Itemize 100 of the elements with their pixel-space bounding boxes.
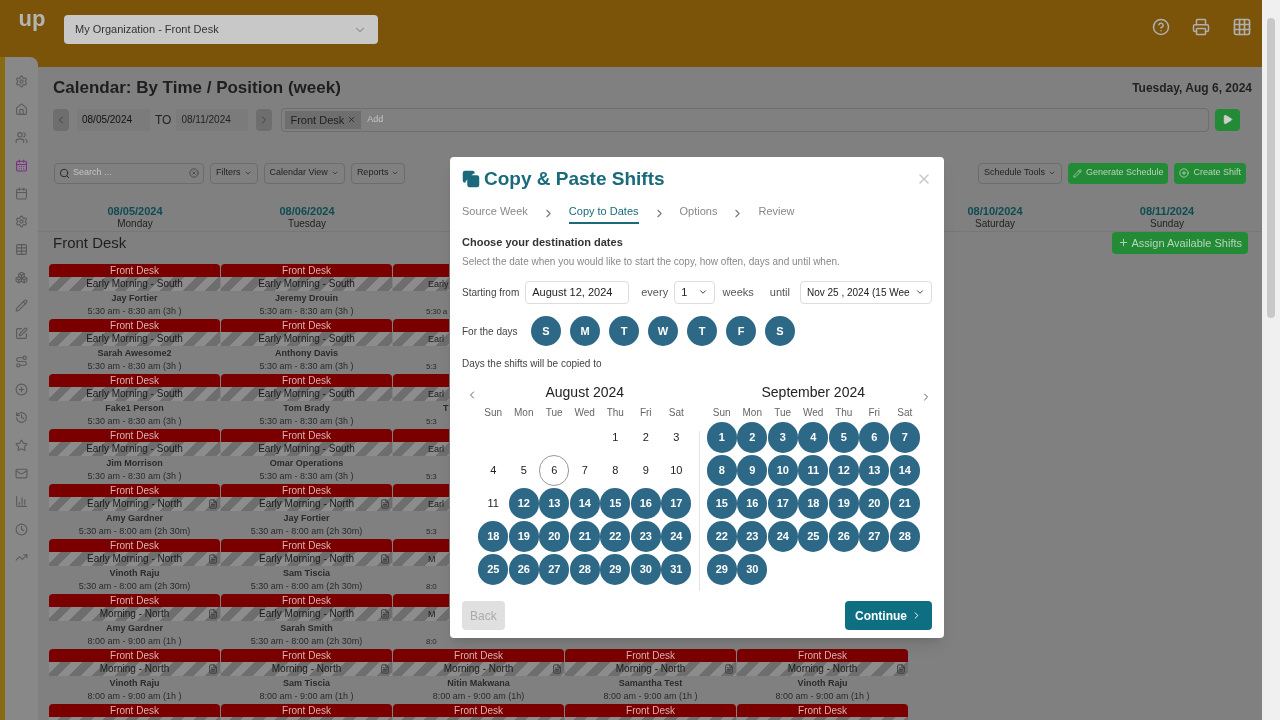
calendar-day[interactable]: 18: [798, 488, 829, 519]
calendar-day[interactable]: 21: [569, 521, 600, 552]
calendar-day[interactable]: 28: [569, 554, 600, 585]
history-icon[interactable]: [15, 411, 28, 424]
calendar-day[interactable]: 27: [859, 521, 890, 552]
step-tab[interactable]: Source Week: [462, 203, 528, 224]
weekday-toggle[interactable]: M: [570, 316, 600, 346]
calendar-day[interactable]: 15: [600, 488, 631, 519]
calendar-day[interactable]: 24: [661, 521, 692, 552]
clock-icon[interactable]: [15, 523, 28, 536]
dropdown-button[interactable]: Calendar View: [263, 162, 345, 184]
calendar-day[interactable]: 29: [600, 554, 631, 585]
calendar-day[interactable]: 11: [798, 455, 829, 486]
filter-chip[interactable]: Front Desk: [285, 110, 362, 129]
star-icon[interactable]: [15, 439, 28, 452]
calendar-day[interactable]: 16: [737, 488, 768, 519]
apps-grid-icon[interactable]: [1232, 17, 1252, 37]
calendar-day[interactable]: 13: [539, 488, 570, 519]
position-filter-field[interactable]: Front Desk Add: [281, 107, 1209, 132]
weekday-toggle[interactable]: S: [531, 316, 561, 346]
calendar-day[interactable]: 19: [828, 488, 859, 519]
mail-icon[interactable]: [15, 467, 28, 480]
from-date-field[interactable]: 08/05/2024: [77, 108, 150, 131]
calendar-day[interactable]: 26: [828, 521, 859, 552]
calendar-day[interactable]: 18: [478, 521, 509, 552]
calendar-day[interactable]: 12: [508, 488, 539, 519]
calendar-day[interactable]: 25: [798, 521, 829, 552]
plus-circle-icon[interactable]: [15, 383, 28, 396]
calendar-day[interactable]: 7: [569, 455, 600, 486]
users-icon[interactable]: [15, 131, 28, 144]
start-date-field[interactable]: August 12, 2024: [525, 280, 630, 304]
calendar-day[interactable]: 3: [661, 422, 692, 453]
bar-chart-icon[interactable]: [15, 495, 28, 508]
previous-week-button[interactable]: [53, 108, 69, 131]
calendar-day[interactable]: 22: [600, 521, 631, 552]
calendar-day[interactable]: 3: [767, 422, 798, 453]
dropdown-button[interactable]: Filters: [210, 162, 258, 184]
calendar-day[interactable]: 23: [737, 521, 768, 552]
step-tab[interactable]: Options: [679, 203, 718, 224]
next-week-button[interactable]: [256, 108, 273, 131]
calendar-day[interactable]: 9: [737, 455, 768, 486]
continue-button[interactable]: Continue: [845, 601, 932, 630]
calendar-day[interactable]: 27: [539, 554, 570, 585]
apply-button[interactable]: [1215, 108, 1240, 131]
calendar-day[interactable]: 12: [828, 455, 859, 486]
weekday-toggle[interactable]: T: [687, 316, 717, 346]
pencil-icon[interactable]: [15, 299, 28, 312]
calendar-day[interactable]: 4: [478, 455, 509, 486]
calendar-day[interactable]: 6: [859, 422, 890, 453]
calendar-day[interactable]: 16: [630, 488, 661, 519]
calendar-day[interactable]: 1: [600, 422, 631, 453]
calendar-day[interactable]: 7: [889, 422, 920, 453]
calendar-day[interactable]: 4: [798, 422, 829, 453]
calendar-day[interactable]: 1: [706, 422, 737, 453]
calendar-day[interactable]: 5: [508, 455, 539, 486]
calendar-day[interactable]: 11: [478, 488, 509, 519]
calendar-day[interactable]: 17: [767, 488, 798, 519]
calendar-day[interactable]: 30: [737, 554, 768, 585]
calendar-day[interactable]: 2: [630, 422, 661, 453]
dropdown-button[interactable]: Reports: [350, 162, 406, 184]
calendar-day[interactable]: 15: [706, 488, 737, 519]
calendar-day[interactable]: 2: [737, 422, 768, 453]
settings-icon[interactable]: [15, 215, 28, 228]
calendar-day[interactable]: 20: [539, 521, 570, 552]
calendar-day[interactable]: 28: [889, 521, 920, 552]
route-icon[interactable]: [15, 355, 28, 368]
calendar-day[interactable]: 30: [630, 554, 661, 585]
calendar-day[interactable]: 9: [630, 455, 661, 486]
print-icon[interactable]: [1192, 18, 1210, 36]
step-tab[interactable]: Review: [758, 203, 795, 224]
calendar-day[interactable]: 8: [706, 455, 737, 486]
calendar-day[interactable]: 29: [706, 554, 737, 585]
organization-select[interactable]: My Organization - Front Desk: [64, 15, 378, 44]
calendar-day[interactable]: 17: [661, 488, 692, 519]
help-icon[interactable]: [1152, 18, 1170, 36]
weekday-toggle[interactable]: W: [648, 316, 678, 346]
remove-icon[interactable]: [347, 115, 357, 124]
calendar-day[interactable]: 10: [767, 455, 798, 486]
interval-select[interactable]: 1: [674, 280, 715, 304]
calendar-day[interactable]: 8: [600, 455, 631, 486]
table-icon[interactable]: [15, 243, 28, 256]
calendar-day[interactable]: 5: [828, 422, 859, 453]
schedule-tools-button[interactable]: Schedule Tools: [978, 162, 1062, 184]
trend-icon[interactable]: [15, 551, 28, 564]
calendar-day[interactable]: 22: [706, 521, 737, 552]
calendar-day[interactable]: 21: [889, 488, 920, 519]
until-select[interactable]: Nov 25 , 2024 (15 Wee: [799, 280, 932, 304]
scrollbar[interactable]: [1262, 0, 1280, 720]
edit-icon[interactable]: [15, 327, 28, 340]
home-icon[interactable]: [15, 103, 28, 116]
weekday-toggle[interactable]: S: [765, 316, 795, 346]
calendar-day[interactable]: 14: [889, 455, 920, 486]
calendar-day[interactable]: 23: [630, 521, 661, 552]
calendar-day[interactable]: 13: [859, 455, 890, 486]
step-tab[interactable]: Copy to Dates: [568, 203, 639, 224]
calendar-day[interactable]: 24: [767, 521, 798, 552]
calendar-day[interactable]: 31: [661, 554, 692, 585]
calendar-day[interactable]: 14: [569, 488, 600, 519]
calendar-icon[interactable]: [15, 187, 28, 200]
calendar-icon[interactable]: [15, 159, 28, 172]
